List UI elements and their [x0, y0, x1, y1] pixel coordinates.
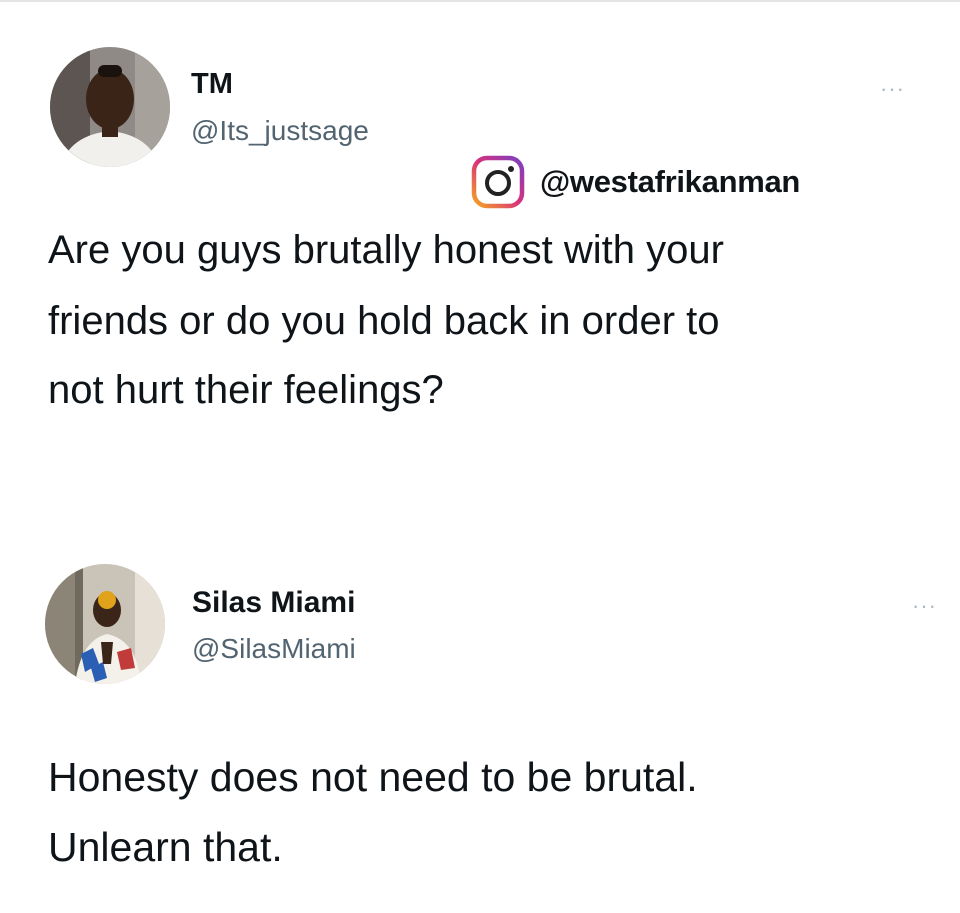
display-name[interactable]: TM [191, 68, 233, 101]
tweet-original: TM @Its_justsage ··· @westafrikanman Are… [0, 0, 960, 450]
profile-photo-icon [50, 47, 170, 167]
profile-photo-icon [45, 564, 165, 684]
watermark-handle: @westafrikanman [540, 164, 801, 199]
avatar[interactable] [50, 47, 170, 167]
more-options-icon[interactable]: ··· [880, 78, 905, 100]
tweet-text-line: Honesty does not need to be brutal. [48, 754, 698, 800]
tweet-text-line: Are you guys brutally honest with your [48, 228, 724, 272]
more-options-icon[interactable]: ··· [912, 595, 937, 617]
avatar[interactable] [45, 564, 165, 684]
user-handle[interactable]: @SilasMiami [192, 633, 356, 665]
display-name[interactable]: Silas Miami [192, 586, 355, 620]
tweet-reply: Silas Miami @SilasMiami ··· Honesty does… [0, 450, 960, 913]
tweet-text-line: not hurt their feelings? [48, 368, 444, 412]
watermark: @westafrikanman [470, 154, 800, 210]
tweet-text-line: Unlearn that. [48, 824, 283, 870]
instagram-icon [471, 155, 525, 209]
tweet-text-line: friends or do you hold back in order to [48, 299, 720, 343]
user-handle[interactable]: @Its_justsage [191, 115, 369, 147]
